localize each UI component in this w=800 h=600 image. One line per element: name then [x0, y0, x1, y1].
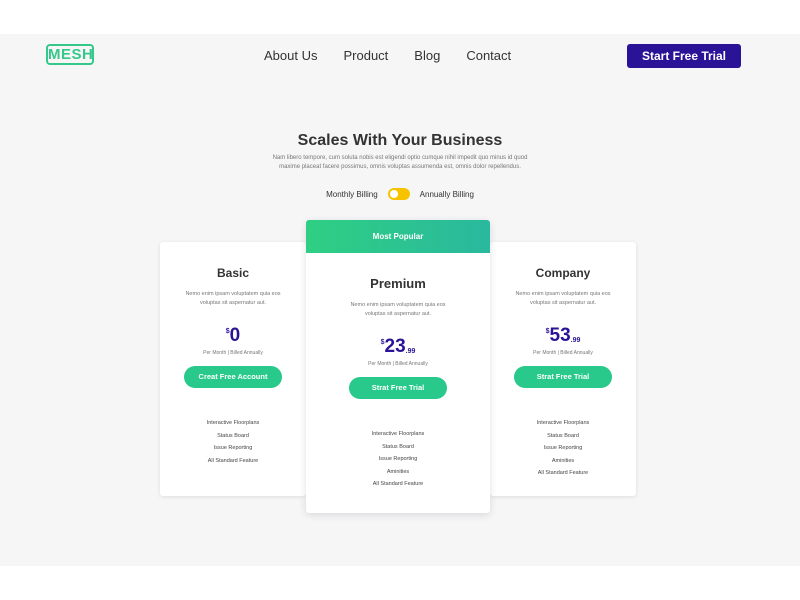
create-free-account-button[interactable]: Creat Free Account — [184, 366, 282, 388]
plan-name: Company — [535, 266, 591, 280]
plan-description: Nemo enim ipsam voluptatem quia eos volu… — [350, 302, 446, 317]
price-amount: 53 — [549, 325, 571, 346]
feature-list: Interactive Floorplans Status Board Issu… — [306, 428, 490, 491]
nav-link-contact[interactable]: Contact — [466, 48, 511, 64]
nav-link-blog[interactable]: Blog — [414, 48, 440, 64]
price-amount: 23 — [384, 336, 406, 357]
mesh-logo[interactable]: MESH — [46, 44, 94, 65]
nav-link-product[interactable]: Product — [343, 48, 388, 64]
plan-description: Nemo enim ipsam voluptatem quia eos volu… — [515, 291, 611, 306]
billing-note: Per Month | Billed Annually — [368, 361, 428, 367]
start-free-trial-button[interactable]: Strat Free Trial — [349, 377, 447, 399]
feature-item: Status Board — [547, 432, 579, 439]
toggle-knob — [389, 190, 398, 198]
feature-item: Issue Reporting — [378, 456, 418, 462]
plan-price: $ 53 .99 — [490, 326, 636, 346]
start-free-trial-button[interactable]: Start Free Trial — [627, 44, 741, 68]
price-amount: 0 — [229, 325, 241, 346]
plan-price: $ 23 .99 — [306, 337, 490, 357]
feature-item: Interactive Floorplans — [206, 420, 260, 426]
plan-name: Basic — [216, 266, 250, 280]
feature-list: Interactive Floorplans Status Board Issu… — [160, 417, 306, 467]
billing-switch: Monthly Billing Annually Billing — [0, 188, 800, 200]
feature-item: Aminities — [386, 468, 410, 475]
annual-billing-label[interactable]: Annually Billing — [420, 190, 474, 199]
feature-item: Status Board — [217, 432, 249, 439]
billing-toggle[interactable] — [387, 188, 410, 200]
feature-item: Issue Reporting — [543, 445, 583, 451]
billing-note: Per Month | Billed Annually — [203, 350, 263, 356]
billing-note: Per Month | Billed Annually — [533, 350, 593, 356]
feature-item: Interactive Floorplans — [536, 420, 590, 426]
feature-item: Issue Reporting — [213, 445, 253, 451]
start-free-trial-button[interactable]: Strat Free Trial — [514, 366, 612, 388]
main-nav: About Us Product Blog Contact — [264, 48, 537, 64]
feature-item: Status Board — [382, 443, 414, 450]
feature-item: All Standard Feature — [372, 481, 424, 487]
plan-description: Nemo enim ipsam voluptatem quia eos volu… — [185, 291, 281, 306]
page-frame: MESH About Us Product Blog Contact Start… — [0, 34, 800, 566]
feature-item: Interactive Floorplans — [371, 431, 425, 437]
nav-link-about-us[interactable]: About Us — [264, 48, 317, 64]
feature-item: All Standard Feature — [207, 457, 259, 464]
plan-price: $ 0 — [160, 326, 306, 346]
price-cents: .99 — [570, 337, 581, 344]
page-description: Nam libero tempore, cum soluta nobis est… — [272, 155, 528, 170]
page-title: Scales With Your Business — [297, 132, 503, 149]
feature-list: Interactive Floorplans Status Board Issu… — [490, 417, 636, 480]
monthly-billing-label[interactable]: Monthly Billing — [326, 190, 378, 199]
plan-card-company: Company Nemo enim ipsam voluptatem quia … — [490, 242, 636, 496]
feature-item: All Standard Feature — [537, 470, 589, 476]
feature-item: Aminities — [551, 457, 575, 464]
plan-card-basic: Basic Nemo enim ipsam voluptatem quia eo… — [160, 242, 306, 496]
most-popular-badge: Most Popular — [306, 220, 490, 253]
price-cents: .99 — [405, 348, 416, 355]
plan-card-premium: Most Popular Premium Nemo enim ipsam vol… — [306, 220, 490, 513]
plan-name: Premium — [370, 276, 426, 291]
